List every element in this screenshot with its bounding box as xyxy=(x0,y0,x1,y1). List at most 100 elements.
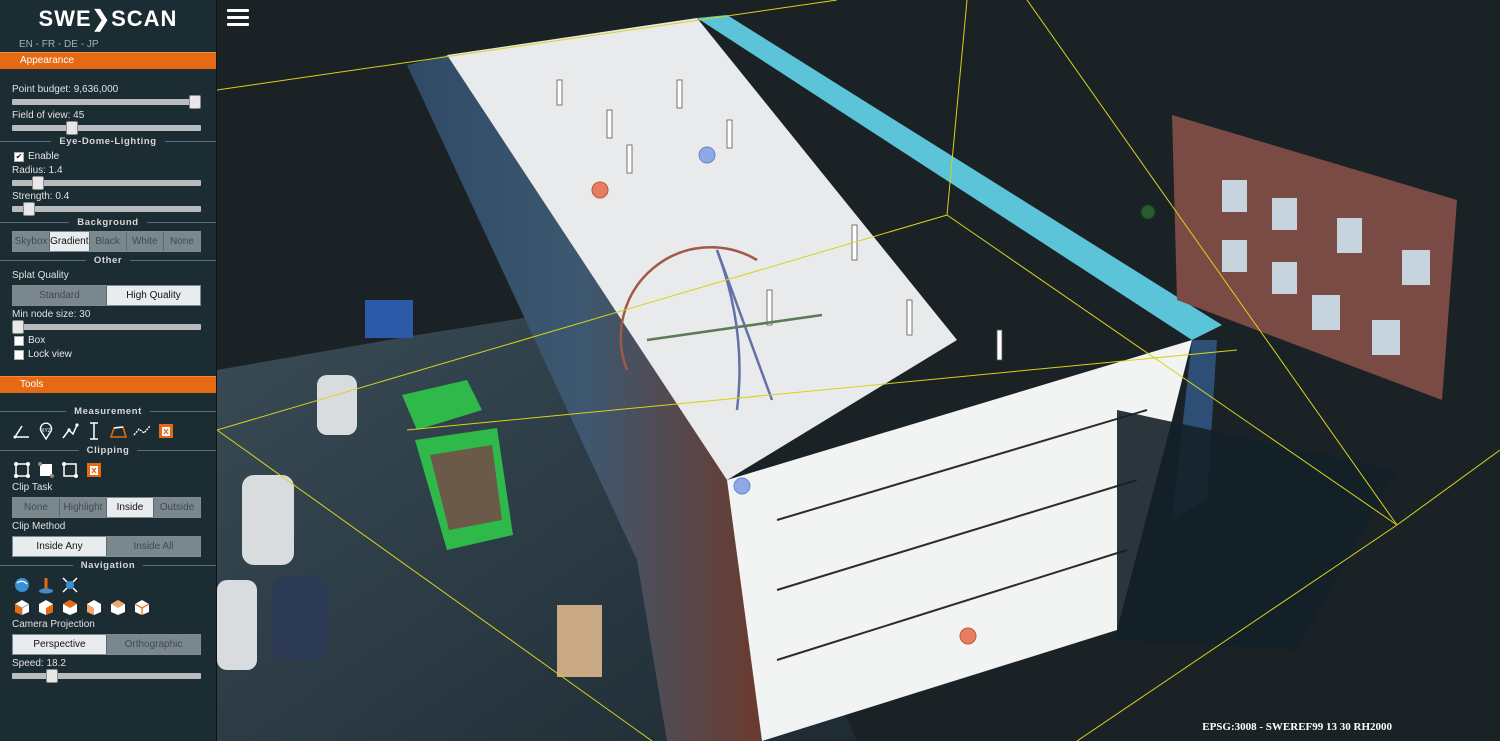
clip-inside-any-button[interactable]: Inside Any xyxy=(13,537,107,556)
remove-clipping-icon[interactable] xyxy=(84,460,104,480)
box-label: Box xyxy=(28,335,46,346)
checkbox-box[interactable] xyxy=(14,336,24,346)
tools-header[interactable]: Tools xyxy=(0,376,216,393)
profile-icon[interactable] xyxy=(132,421,152,441)
slider-thumb[interactable] xyxy=(189,95,202,109)
distance-icon[interactable] xyxy=(60,421,80,441)
appearance-header[interactable]: Appearance xyxy=(0,52,216,69)
menu-icon-bar xyxy=(227,9,249,12)
edl-strength-slider[interactable] xyxy=(12,202,201,216)
shadow-area xyxy=(1117,410,1397,650)
fly-controls-icon[interactable] xyxy=(36,575,56,595)
background-header: Background xyxy=(0,216,216,229)
lang-fr[interactable]: FR xyxy=(42,39,55,50)
splat-standard-button[interactable]: Standard xyxy=(13,286,107,305)
lang-en[interactable]: EN xyxy=(19,39,33,50)
lock-view-label: Lock view xyxy=(28,349,72,360)
blue-box xyxy=(365,300,413,338)
clip-method-label: Clip Method xyxy=(12,521,66,532)
language-selector: EN - FR - DE - JP xyxy=(19,39,99,50)
orbit-controls-icon[interactable] xyxy=(60,575,80,595)
lock-view-checkbox[interactable]: Lock view xyxy=(0,348,216,362)
cube-right-icon[interactable] xyxy=(60,597,80,617)
annotation-marker[interactable] xyxy=(1140,204,1156,220)
slider-thumb[interactable] xyxy=(45,669,58,683)
cube-bottom-icon[interactable] xyxy=(132,597,152,617)
cube-left-icon[interactable] xyxy=(36,597,56,617)
clip-none-button[interactable]: None xyxy=(13,498,60,517)
height-icon[interactable] xyxy=(84,421,104,441)
bg-skybox-button[interactable]: Skybox xyxy=(13,232,51,251)
clipping-header: Clipping xyxy=(0,444,216,457)
measurement-tools: XYZ xyxy=(0,420,216,442)
background-options: Skybox Gradient Black White None xyxy=(12,231,201,252)
annotation-marker[interactable] xyxy=(698,146,716,164)
bg-none-button[interactable]: None xyxy=(163,232,200,251)
perspective-button[interactable]: Perspective xyxy=(13,635,107,654)
slider-thumb[interactable] xyxy=(11,320,24,334)
car xyxy=(242,475,294,565)
car xyxy=(217,580,257,670)
splat-quality-options: Standard High Quality xyxy=(12,285,201,306)
point-budget-label: Point budget: 9,636,000 xyxy=(12,84,119,95)
clip-inside-all-button[interactable]: Inside All xyxy=(107,537,200,556)
fov-label: Field of view: 45 xyxy=(12,110,85,121)
clip-polygon-icon[interactable] xyxy=(36,460,56,480)
lang-de[interactable]: DE xyxy=(64,39,78,50)
crs-label: EPSG:3008 - SWEREF99 13 30 RH2000 xyxy=(1202,721,1392,733)
camera-projection-label: Camera Projection xyxy=(12,619,95,630)
point-budget-slider[interactable] xyxy=(12,95,202,109)
pallet-stack xyxy=(557,605,602,677)
area-icon[interactable] xyxy=(108,421,128,441)
navigation-modes xyxy=(0,574,216,596)
camera-projection-options: Perspective Orthographic xyxy=(12,634,201,655)
slider-thumb[interactable] xyxy=(66,121,79,135)
cube-top-icon[interactable] xyxy=(108,597,128,617)
edl-radius-slider[interactable] xyxy=(12,176,201,190)
app-logo: SWE❯SCAN xyxy=(38,6,178,31)
app-root: SWE❯SCAN EN - FR - DE - JP Appearance Po… xyxy=(0,0,1500,741)
slider-thumb[interactable] xyxy=(23,202,35,216)
clip-inside-button[interactable]: Inside xyxy=(107,498,154,517)
earth-controls-icon[interactable] xyxy=(12,575,32,595)
lang-jp[interactable]: JP xyxy=(87,39,99,50)
clip-outside-button[interactable]: Outside xyxy=(154,498,200,517)
speed-label: Speed: 18.2 xyxy=(12,658,66,669)
annotation-marker[interactable] xyxy=(733,477,751,495)
splat-high-quality-button[interactable]: High Quality xyxy=(107,286,200,305)
orthographic-button[interactable]: Orthographic xyxy=(107,635,200,654)
annotation-marker[interactable] xyxy=(959,627,977,645)
bg-white-button[interactable]: White xyxy=(126,232,164,251)
navigation-header: Navigation xyxy=(0,559,216,572)
clip-screen-box-icon[interactable] xyxy=(60,460,80,480)
annotation-marker[interactable] xyxy=(591,181,609,199)
sidebar: SWE❯SCAN EN - FR - DE - JP Appearance Po… xyxy=(0,0,217,741)
checkbox-box[interactable]: ✔ xyxy=(14,152,24,162)
clip-highlight-button[interactable]: Highlight xyxy=(60,498,107,517)
edl-header: Eye-Dome-Lighting xyxy=(0,135,216,148)
car xyxy=(317,375,357,435)
min-node-size-slider[interactable] xyxy=(11,320,201,334)
checkbox-box[interactable] xyxy=(14,350,24,360)
point-cloud-render[interactable] xyxy=(217,0,1500,741)
speed-slider[interactable] xyxy=(12,669,201,683)
clip-volume-icon[interactable] xyxy=(12,460,32,480)
min-node-size-label: Min node size: 30 xyxy=(12,309,91,320)
point-marker-icon[interactable]: XYZ xyxy=(36,421,56,441)
fov-slider[interactable] xyxy=(12,121,201,135)
other-header: Other xyxy=(0,254,216,267)
clip-method-options: Inside Any Inside All xyxy=(12,536,201,557)
car xyxy=(272,575,327,660)
edl-enable-checkbox[interactable]: ✔ Enable xyxy=(0,150,216,164)
slider-thumb[interactable] xyxy=(32,176,45,190)
box-checkbox[interactable]: Box xyxy=(0,334,216,348)
point-cloud-viewport[interactable]: EPSG:3008 - SWEREF99 13 30 RH2000 xyxy=(217,0,1500,741)
bg-black-button[interactable]: Black xyxy=(89,232,127,251)
cube-front-icon[interactable] xyxy=(12,597,32,617)
menu-toggle-button[interactable] xyxy=(227,9,249,29)
remove-measurements-icon[interactable] xyxy=(156,421,176,441)
angle-icon[interactable] xyxy=(12,421,32,441)
bg-gradient-button[interactable]: Gradient xyxy=(50,232,90,251)
view-presets xyxy=(0,596,216,618)
cube-back-icon[interactable] xyxy=(84,597,104,617)
